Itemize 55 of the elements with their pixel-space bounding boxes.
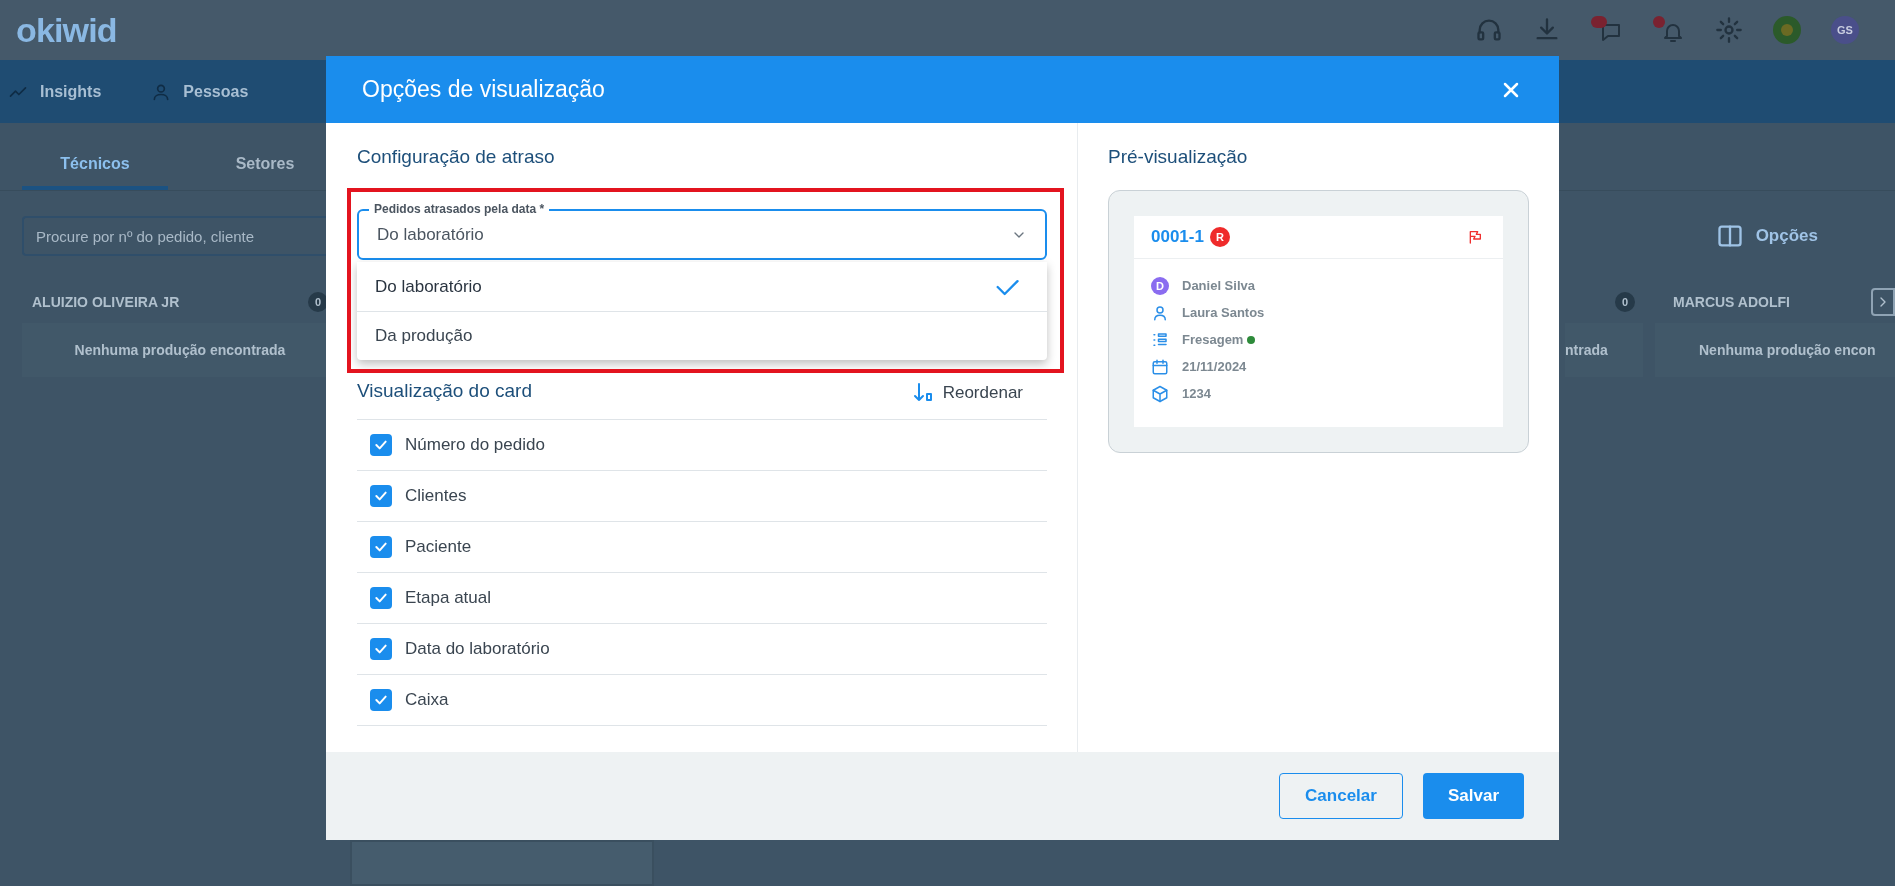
column-title: ALUIZIO OLIVEIRA JR <box>32 292 180 312</box>
calendar-icon <box>1151 358 1169 376</box>
empty-message: ntrada <box>1565 340 1608 360</box>
checkbox[interactable] <box>370 536 392 558</box>
card-detail: Laura Santos <box>1182 304 1265 323</box>
settings-icon[interactable] <box>1715 16 1743 44</box>
dialog-title: Opções de visualização <box>362 75 605 105</box>
card-detail: 1234 <box>1182 385 1211 404</box>
logo: okiwid <box>16 9 117 51</box>
field-option-label: Clientes <box>405 485 467 508</box>
field-option-label: Número do pedido <box>405 434 545 457</box>
checkbox[interactable] <box>370 434 392 456</box>
checkbox[interactable] <box>370 689 392 711</box>
steps-icon <box>1151 331 1169 349</box>
nav-item[interactable]: Pessoas <box>183 79 249 104</box>
checkbox[interactable] <box>370 485 392 507</box>
next-button[interactable] <box>1871 288 1895 316</box>
field-label: Pedidos atrasados pela data * <box>369 201 550 217</box>
empty-message: Nenhuma produção encon <box>1699 340 1876 360</box>
order-number: 0001-1 <box>1151 226 1204 249</box>
empty-message: Nenhuma produção encontrada <box>74 340 286 360</box>
section-title: Configuração de atraso <box>357 145 556 169</box>
field-option-label: Caixa <box>405 689 449 712</box>
select-value: Do laboratório <box>377 223 484 246</box>
bell-icon[interactable] <box>1653 16 1685 44</box>
flag-icon[interactable] <box>1467 229 1483 245</box>
order-badge: R <box>1209 227 1230 247</box>
cancel-button[interactable]: Cancelar <box>1279 773 1403 819</box>
person-icon <box>1151 304 1169 322</box>
reorder-button[interactable]: Reordenar <box>910 379 1023 405</box>
chat-icon[interactable] <box>1591 16 1623 44</box>
dropdown-option[interactable]: Da produção <box>357 311 1047 360</box>
count-badge: 0 <box>1615 292 1635 312</box>
save-button[interactable]: Salvar <box>1423 773 1524 819</box>
section-title: Visualização do card <box>357 378 532 403</box>
section-title: Pré-visualização <box>1108 145 1249 169</box>
search-field[interactable]: Procure por nº do pedido, cliente <box>22 216 326 256</box>
user-avatar[interactable]: GS <box>1831 16 1859 44</box>
dropdown-option[interactable]: Do laboratório <box>357 262 1047 311</box>
field-option-label: Paciente <box>405 536 472 559</box>
count-badge: 0 <box>308 292 328 312</box>
tab[interactable]: Técnicos <box>22 142 168 190</box>
tab[interactable]: Setores <box>192 142 338 190</box>
avatar-icon: D <box>1151 277 1169 295</box>
box-icon <box>1151 385 1169 403</box>
card-detail: 21/11/2024 <box>1182 358 1247 377</box>
checkbox[interactable] <box>370 638 392 660</box>
checkbox[interactable] <box>370 587 392 609</box>
options-button[interactable]: Opções <box>1715 222 1818 250</box>
column-title: MARCUS ADOLFI <box>1673 292 1790 312</box>
card-detail: Fresagem <box>1182 331 1244 350</box>
nav-item[interactable]: Insights <box>40 79 102 104</box>
card-detail: Daniel Silva <box>1182 277 1255 296</box>
field-option-label: Etapa atual <box>405 587 491 610</box>
field-option-label: Data do laboratório <box>405 638 550 661</box>
